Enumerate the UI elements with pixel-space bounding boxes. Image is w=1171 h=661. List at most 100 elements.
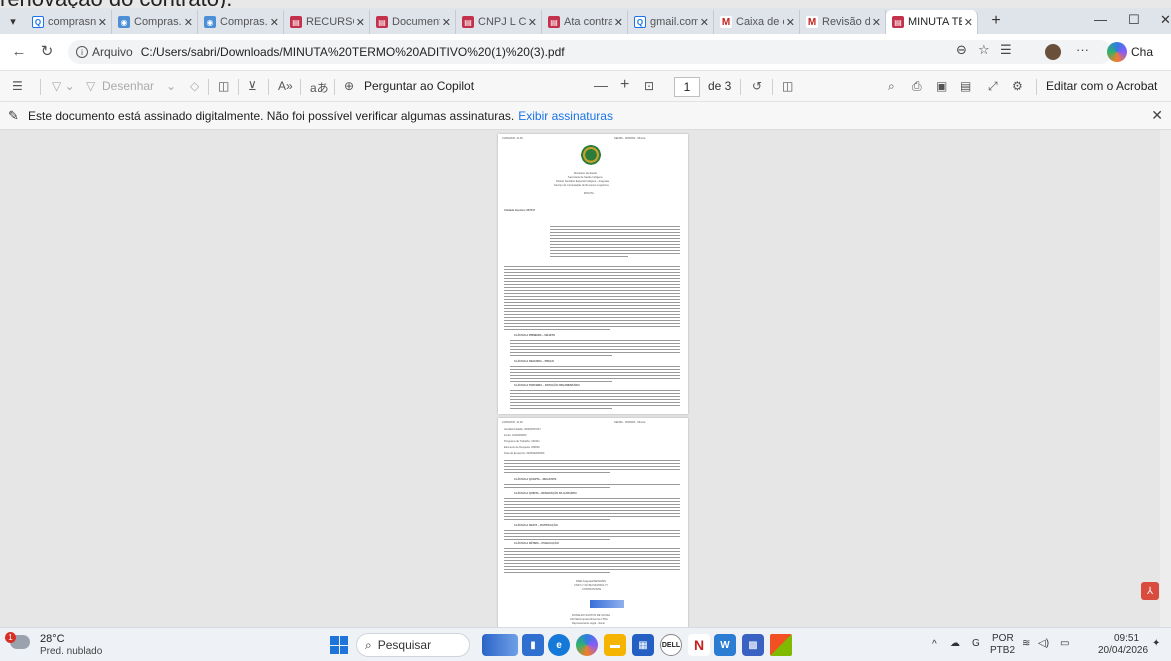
tab-close-icon[interactable]: ✕ [964,16,973,29]
page1-header-right: SEI/MS - 0000000 - Minuta [614,137,646,140]
tab-close-icon[interactable]: ✕ [356,16,365,29]
tab-search-dropdown-icon[interactable]: ▾ [0,10,26,32]
translate-icon[interactable]: aあ [310,79,329,96]
tab-close-icon[interactable]: ✕ [528,16,537,29]
text-line [550,247,680,248]
text-line [504,293,680,294]
highlight-icon[interactable]: ▽ ⌄ [52,79,75,93]
tab-item[interactable]: ▤ Documenta✕ [370,10,456,34]
tab-item[interactable]: M Revisão de✕ [800,10,886,34]
clock-time[interactable]: 09:51 [1114,633,1139,644]
show-signatures-link[interactable]: Exibir assinaturas [518,109,613,123]
profile-avatar[interactable] [1045,44,1061,60]
reload-icon[interactable]: ↻ [34,42,60,60]
save-icon[interactable]: ▣ [936,79,947,93]
copilot-icon[interactable] [1107,42,1127,62]
edge-icon[interactable]: e [548,634,570,656]
more-menu-icon[interactable]: ··· [1076,42,1089,57]
chevron-down-icon[interactable]: ⌄ [166,79,176,93]
netflix-icon[interactable]: N [688,634,710,656]
tab-item[interactable]: ◉ Compras.g✕ [198,10,284,34]
fit-page-icon[interactable]: ⊡ [644,79,654,93]
tab-item[interactable]: ▤ CNPJ L C E✕ [456,10,542,34]
language-top[interactable]: POR [992,633,1014,644]
new-tab-button[interactable]: + [984,12,1008,30]
dell-icon[interactable]: DELL [660,634,682,656]
page-view-icon[interactable]: ◫ [218,79,229,93]
copilot-app-icon[interactable] [576,634,598,656]
rotate-icon[interactable]: ↺ [752,79,762,93]
pdf-viewer[interactable]: 21/05/2025, 11:45 SEI/MS - 0000000 - Min… [0,130,1171,627]
search-icon[interactable]: ⌕ [888,79,895,94]
edit-with-acrobat-button[interactable]: Editar com o Acrobat [1046,79,1157,93]
draw-button[interactable]: Desenhar [102,79,154,93]
files-icon[interactable]: ▮ [522,634,544,656]
tab-close-icon[interactable]: ✕ [184,16,193,29]
weather-temperature[interactable]: 28°C [40,633,65,645]
task-view-icon[interactable] [482,634,518,656]
tab-close-icon[interactable]: ✕ [872,16,881,29]
text-line [504,299,680,300]
start-button[interactable] [330,636,348,654]
zoom-out-icon[interactable]: — [594,77,608,93]
tab-item[interactable]: ▤ RECURSO (✕ [284,10,370,34]
copilot-chat-label[interactable]: Cha [1131,45,1153,59]
copilot-ask-icon[interactable]: ⊕ [344,79,354,93]
cloud-sync-icon[interactable]: ☁ [950,638,960,649]
clock-date[interactable]: 20/04/2026 [1098,645,1148,656]
close-icon[interactable]: ✕ [1151,107,1163,124]
favorite-star-icon[interactable]: ☆ [978,42,990,58]
app-icon[interactable]: ▩ [742,634,764,656]
fullscreen-icon[interactable]: ⤢ [988,79,998,94]
text-line [510,352,680,353]
settings-gear-icon[interactable]: ⚙ [1012,79,1023,93]
draw-icon[interactable]: ▽ [86,79,95,93]
notifications-icon[interactable]: ✦ [1152,638,1160,649]
viewer-scrollbar[interactable] [1160,130,1171,627]
read-aloud-icon[interactable]: A» [278,79,293,93]
favorites-list-icon[interactable]: ☰ [1000,42,1012,58]
text-line [504,311,680,312]
wifi-icon[interactable]: ≋ [1022,638,1030,649]
contents-icon[interactable]: ☰ [12,79,23,93]
tab-item[interactable]: Qcomprasne✕ [26,10,112,34]
signature-icon[interactable]: ⊻ [248,79,257,93]
word-icon[interactable]: W [714,634,736,656]
tray-chevron-up-icon[interactable]: ^ [932,639,937,650]
tab-item[interactable]: Qgmail.com ✕ [628,10,714,34]
tab-item[interactable]: M Caixa de en✕ [714,10,800,34]
info-icon[interactable]: i [76,46,88,58]
ask-copilot-button[interactable]: Perguntar ao Copilot [364,79,474,93]
tab-close-icon[interactable]: ✕ [614,16,623,29]
tab-item[interactable]: ◉ Compras.g✕ [112,10,198,34]
tab-close-icon[interactable]: ✕ [98,16,107,29]
volume-icon[interactable]: ◁) [1038,638,1049,649]
tab-close-icon[interactable]: ✕ [786,16,795,29]
tab-close-icon[interactable]: ✕ [700,16,709,29]
store-icon[interactable]: ▦ [632,634,654,656]
minimize-icon[interactable]: — [1094,12,1107,27]
tab-close-icon[interactable]: ✕ [442,16,451,29]
gmail-icon: M [720,16,732,28]
print-icon[interactable]: ⎙ [912,79,922,94]
battery-icon[interactable]: ▭ [1060,638,1069,649]
weather-description[interactable]: Pred. nublado [40,646,102,657]
save-as-icon[interactable]: ▤ [960,79,971,93]
taskbar-search-input[interactable]: ⌕ Pesquisar [356,633,470,657]
google-icon[interactable]: G [972,638,980,649]
tab-item[interactable]: ▤ Ata contrat✕ [542,10,628,34]
tab-item[interactable]: ▤ MINUTA TE ✕ [886,10,978,34]
tab-close-icon[interactable]: ✕ [270,16,279,29]
page-number-input[interactable]: 1 [674,77,700,97]
zoom-in-icon[interactable]: + [620,76,629,94]
language-bottom[interactable]: PTB2 [990,645,1015,656]
file-explorer-icon[interactable]: ▬ [604,634,626,656]
eraser-icon[interactable]: ◇ [190,79,199,93]
two-page-icon[interactable]: ◫ [782,79,793,93]
back-icon[interactable]: ← [6,43,32,60]
maximize-icon[interactable]: ☐ [1128,12,1140,28]
adobe-acrobat-icon[interactable]: ⅄ [1141,582,1159,600]
close-window-icon[interactable]: ✕ [1160,12,1171,28]
zoom-icon[interactable]: ⊖ [956,42,967,58]
microsoft-icon[interactable] [770,634,792,656]
